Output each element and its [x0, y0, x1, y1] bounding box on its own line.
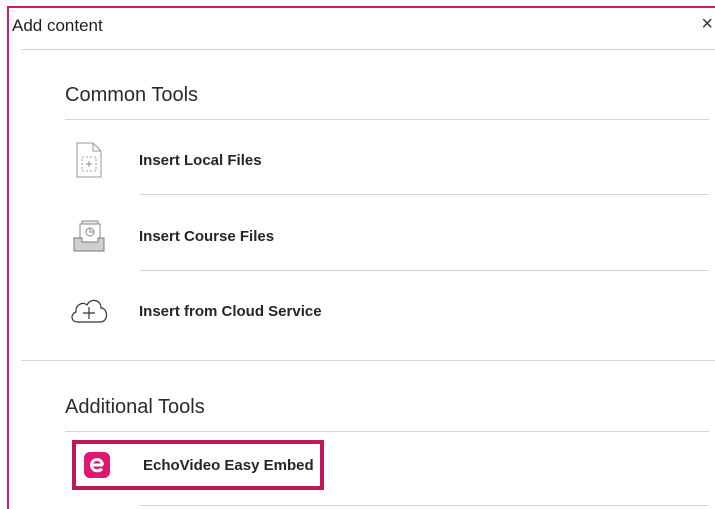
- tool-label: Insert Local Files: [139, 151, 262, 169]
- divider: [140, 194, 709, 195]
- close-icon[interactable]: ×: [701, 14, 713, 34]
- tool-insert-from-cloud-service[interactable]: Insert from Cloud Service: [69, 281, 709, 341]
- divider: [21, 49, 715, 50]
- cloud-add-icon: [69, 291, 109, 331]
- tool-insert-course-files[interactable]: Insert Course Files: [69, 206, 709, 266]
- tool-insert-local-files[interactable]: Insert Local Files: [69, 130, 709, 190]
- divider: [65, 119, 709, 120]
- divider: [140, 505, 709, 506]
- tool-label: EchoVideo Easy Embed: [143, 456, 314, 474]
- tool-label: Insert Course Files: [139, 227, 275, 245]
- divider: [140, 270, 709, 271]
- local-file-icon: [69, 140, 109, 180]
- tool-echovideo-easy-embed[interactable]: EchoVideo Easy Embed: [81, 435, 321, 495]
- divider: [21, 360, 715, 361]
- echovideo-logo-icon: [81, 445, 113, 485]
- divider: [65, 431, 709, 432]
- tool-label: Insert from Cloud Service: [139, 302, 322, 320]
- common-tools-heading: Common Tools: [65, 84, 199, 106]
- add-content-dialog: Add content × Common Tools Insert Local …: [7, 6, 715, 509]
- course-files-icon: [69, 216, 109, 256]
- additional-tools-heading: Additional Tools: [65, 396, 205, 418]
- dialog-title: Add content: [12, 16, 103, 35]
